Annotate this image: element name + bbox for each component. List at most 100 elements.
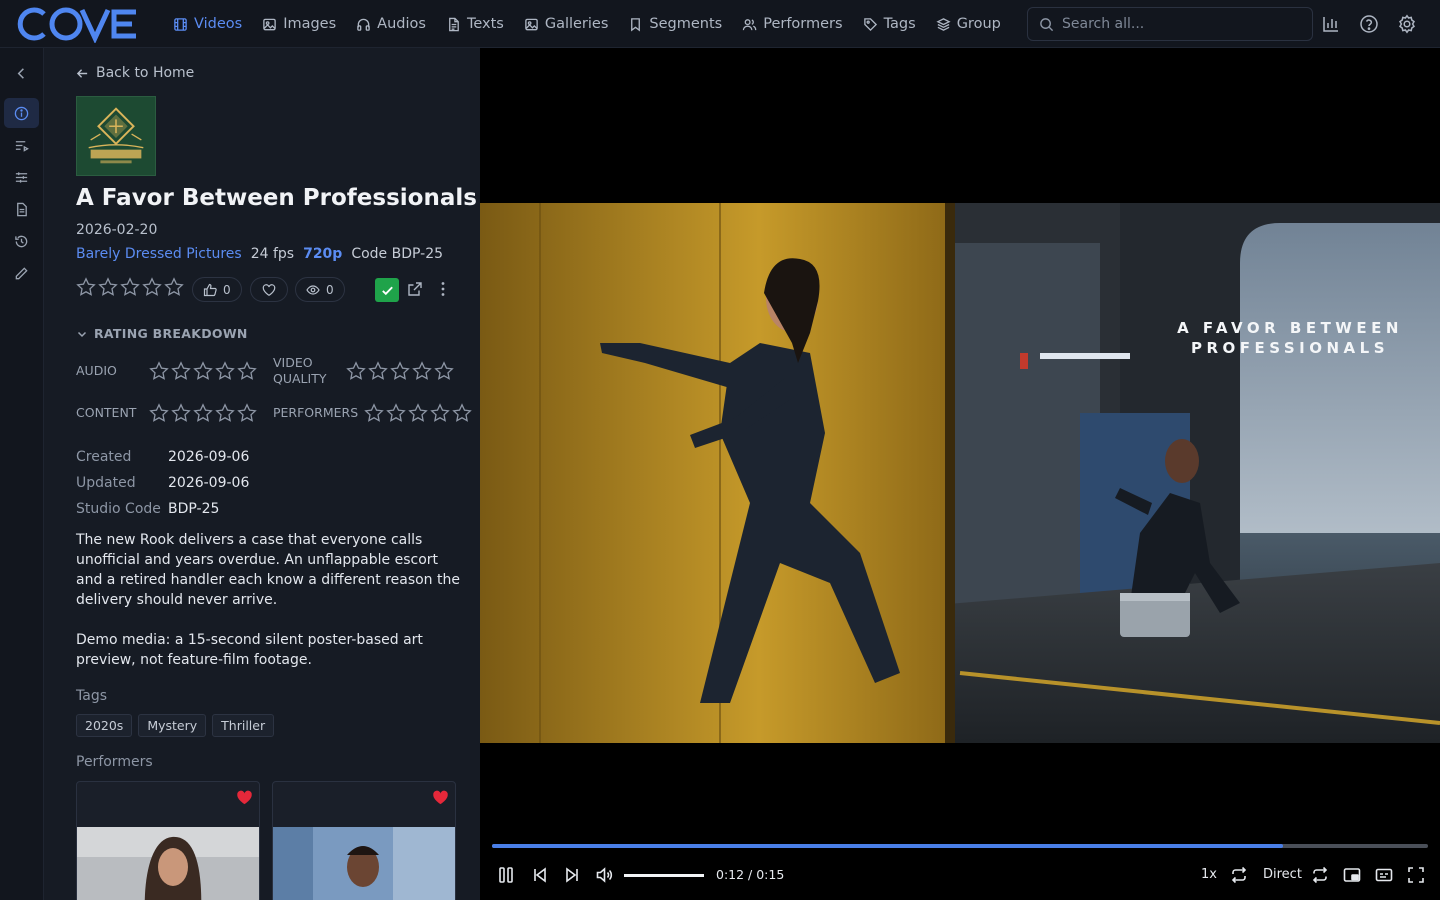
performer-card[interactable]: [76, 781, 260, 900]
captions-button[interactable]: [1373, 864, 1395, 886]
detail-value: 2026-09-06: [168, 475, 250, 491]
picture-in-picture-button[interactable]: [1341, 864, 1363, 886]
playback-speed-button[interactable]: 1x: [1201, 867, 1217, 882]
nav-texts[interactable]: Texts: [437, 8, 513, 40]
performer-photo: [77, 827, 259, 900]
help-icon[interactable]: [1359, 14, 1379, 34]
sliders-icon: [15, 171, 28, 183]
star-icon[interactable]: [434, 361, 454, 381]
tag-chip[interactable]: Thriller: [212, 714, 275, 737]
next-button[interactable]: [562, 864, 582, 886]
nav-label: Texts: [466, 16, 504, 32]
star-icon[interactable]: [346, 361, 366, 381]
video-quality-rating-stars[interactable]: [346, 361, 454, 381]
mute-button[interactable]: [594, 864, 614, 886]
nav-videos[interactable]: Videos: [164, 8, 251, 40]
nav-label: Performers: [763, 16, 843, 32]
tab-edit[interactable]: [4, 258, 39, 288]
shuffle-button[interactable]: [1309, 864, 1331, 886]
heart-icon[interactable]: [432, 789, 449, 806]
pause-button[interactable]: [496, 864, 516, 886]
seek-bar[interactable]: [492, 844, 1428, 848]
star-icon[interactable]: [120, 277, 140, 297]
tab-file[interactable]: [4, 194, 39, 224]
star-icon[interactable]: [215, 361, 235, 381]
more-vertical-icon[interactable]: [435, 280, 451, 298]
gear-icon[interactable]: [1397, 14, 1417, 34]
star-icon[interactable]: [452, 403, 472, 423]
detail-row: Updated 2026-09-06: [76, 470, 249, 496]
source-selector[interactable]: Direct: [1263, 867, 1302, 882]
star-icon[interactable]: [142, 277, 162, 297]
nav-performers[interactable]: Performers: [733, 8, 851, 40]
fullscreen-button[interactable]: [1405, 864, 1427, 886]
star-icon[interactable]: [215, 403, 235, 423]
eye-icon: [306, 284, 320, 295]
cove-logo[interactable]: [14, 5, 138, 43]
star-icon[interactable]: [171, 403, 191, 423]
video-quality-label-line2: QUALITY: [273, 371, 327, 386]
star-icon[interactable]: [390, 361, 410, 381]
star-icon[interactable]: [408, 403, 428, 423]
chevron-down-icon: [77, 331, 87, 337]
star-icon[interactable]: [98, 277, 118, 297]
like-button[interactable]: 0: [192, 277, 242, 302]
heart-icon[interactable]: [236, 789, 253, 806]
star-icon[interactable]: [430, 403, 450, 423]
star-icon[interactable]: [76, 277, 96, 297]
tab-queue[interactable]: [4, 130, 39, 160]
star-icon[interactable]: [237, 361, 257, 381]
rating-breakdown-toggle[interactable]: RATING BREAKDOWN: [76, 326, 248, 341]
nav-audios[interactable]: Audios: [347, 8, 435, 40]
external-link-icon[interactable]: [407, 281, 423, 297]
performers-rating-stars[interactable]: [364, 403, 472, 423]
content-rating-stars[interactable]: [149, 403, 257, 423]
star-icon[interactable]: [164, 277, 184, 297]
nav-images[interactable]: Images: [253, 8, 345, 40]
back-link[interactable]: Back to Home: [76, 65, 194, 81]
tab-filters[interactable]: [4, 162, 39, 192]
star-icon[interactable]: [149, 361, 169, 381]
audio-rating-stars[interactable]: [149, 361, 257, 381]
previous-button[interactable]: [530, 864, 550, 886]
skip-back-icon: [534, 867, 546, 883]
star-icon[interactable]: [368, 361, 388, 381]
collapse-button[interactable]: [4, 58, 39, 88]
gallery-icon: [525, 18, 538, 30]
file-icon: [17, 202, 27, 216]
search-box[interactable]: [1027, 7, 1313, 41]
volume-slider[interactable]: [624, 874, 704, 877]
organized-toggle[interactable]: [375, 278, 399, 302]
tag-chip[interactable]: 2020s: [76, 714, 133, 737]
detail-row: Created 2026-09-06: [76, 444, 249, 470]
star-icon[interactable]: [193, 403, 213, 423]
tab-history[interactable]: [4, 226, 39, 256]
stats-icon[interactable]: [1321, 14, 1341, 34]
video-frame[interactable]: [480, 203, 1440, 743]
tags-heading: Tags: [76, 688, 107, 704]
nav-tags[interactable]: Tags: [854, 8, 925, 40]
studio-logo[interactable]: [76, 96, 156, 176]
studio-link[interactable]: Barely Dressed Pictures: [76, 246, 242, 262]
favorite-button[interactable]: [250, 277, 288, 302]
overlay-line: PROFESSIONALS: [1190, 339, 1390, 357]
star-icon[interactable]: [237, 403, 257, 423]
performer-card[interactable]: [272, 781, 456, 900]
nav-group[interactable]: Group: [927, 8, 1010, 40]
nav-segments[interactable]: Segments: [619, 8, 731, 40]
nav-galleries[interactable]: Galleries: [515, 8, 618, 40]
star-icon[interactable]: [364, 403, 384, 423]
star-icon[interactable]: [171, 361, 191, 381]
star-icon[interactable]: [386, 403, 406, 423]
nav-label: Group: [956, 16, 1001, 32]
search-input[interactable]: [1062, 16, 1292, 32]
video-player[interactable]: A FAVOR BETWEEN PROFESSIONALS 0:12 / 0:1…: [480, 48, 1440, 900]
tag-chip[interactable]: Mystery: [138, 714, 207, 737]
views-button[interactable]: 0: [295, 277, 345, 302]
star-icon[interactable]: [412, 361, 432, 381]
search-icon: [1040, 18, 1054, 32]
loop-button[interactable]: [1228, 864, 1250, 886]
tab-info[interactable]: [4, 98, 39, 128]
star-icon[interactable]: [149, 403, 169, 423]
star-icon[interactable]: [193, 361, 213, 381]
